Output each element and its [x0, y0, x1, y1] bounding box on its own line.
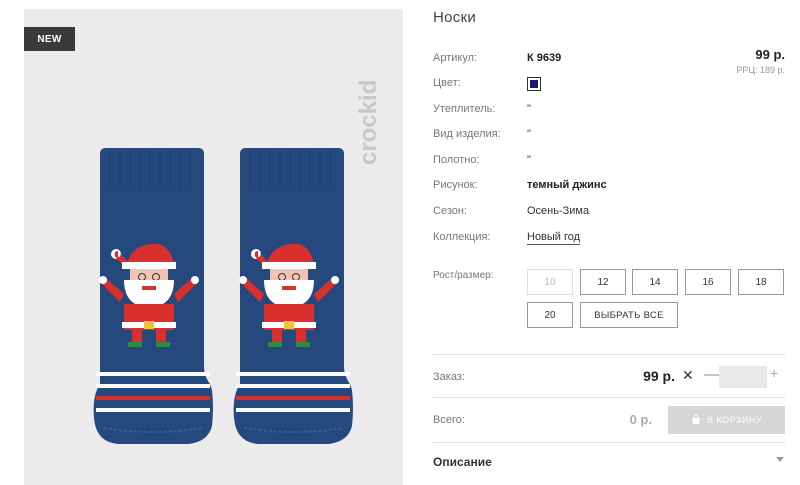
type-label: Вид изделия: — [433, 128, 501, 140]
article-value: К 9639 — [527, 52, 562, 64]
description-toggle[interactable]: Описание — [433, 455, 492, 469]
size-option-16[interactable]: 16 — [685, 269, 731, 295]
left-sock — [94, 148, 213, 444]
fabric-label: Полотно: — [433, 154, 480, 166]
color-label: Цвет: — [433, 77, 461, 89]
color-swatch[interactable] — [527, 77, 541, 91]
collection-link[interactable]: Новый год — [527, 231, 581, 245]
divider — [433, 397, 785, 398]
size-option-14[interactable]: 14 — [632, 269, 678, 295]
pattern-value: темный джинс — [527, 179, 607, 191]
recommended-price: РРЦ: 189 р. — [736, 65, 785, 75]
right-sock — [234, 148, 353, 444]
insulation-value: " — [527, 103, 531, 115]
add-to-cart-button[interactable]: В КОРЗИНУ — [668, 406, 785, 434]
insulation-label: Утеплитель: — [433, 103, 496, 115]
new-badge: NEW — [24, 27, 75, 51]
season-value: Осень-Зима — [527, 205, 590, 217]
add-to-cart-label: В КОРЗИНУ — [706, 415, 763, 425]
multiply-icon: ✕ — [682, 367, 694, 383]
size-option-12[interactable]: 12 — [580, 269, 626, 295]
cart-icon — [691, 415, 700, 424]
brand-logo-text: crockid — [355, 80, 382, 165]
season-label: Сезон: — [433, 205, 467, 217]
divider — [433, 354, 785, 355]
order-label: Заказ: — [433, 371, 465, 383]
collection-link-text: Новый год — [527, 231, 581, 245]
chevron-down-icon[interactable] — [776, 457, 784, 462]
quantity-increment-button[interactable]: + — [770, 365, 778, 381]
collection-label: Коллекция: — [433, 231, 491, 243]
select-all-sizes-button[interactable]: ВЫБРАТЬ ВСЕ — [580, 302, 678, 328]
socks-illustration — [84, 134, 354, 454]
size-option-10[interactable]: 10 — [527, 269, 573, 295]
fabric-value: " — [527, 154, 531, 166]
total-label: Всего: — [433, 414, 465, 426]
size-option-20[interactable]: 20 — [527, 302, 573, 328]
pattern-label: Рисунок: — [433, 179, 478, 191]
quantity-input[interactable] — [719, 366, 767, 388]
brand-logo: crockid — [355, 80, 382, 165]
product-title: Носки — [433, 9, 477, 26]
color-swatch-fill — [530, 80, 538, 88]
quantity-decrement-button[interactable]: — — [704, 366, 719, 383]
order-price: 99 р. — [643, 368, 675, 384]
divider — [433, 442, 785, 443]
product-price: 99 р. — [755, 47, 785, 62]
total-price: 0 р. — [629, 412, 652, 427]
product-photo: NEW crockid — [24, 9, 403, 485]
size-option-18[interactable]: 18 — [738, 269, 784, 295]
size-label: Рост/размер: — [433, 270, 494, 281]
type-value: " — [527, 128, 531, 140]
article-label: Артикул: — [433, 52, 478, 64]
